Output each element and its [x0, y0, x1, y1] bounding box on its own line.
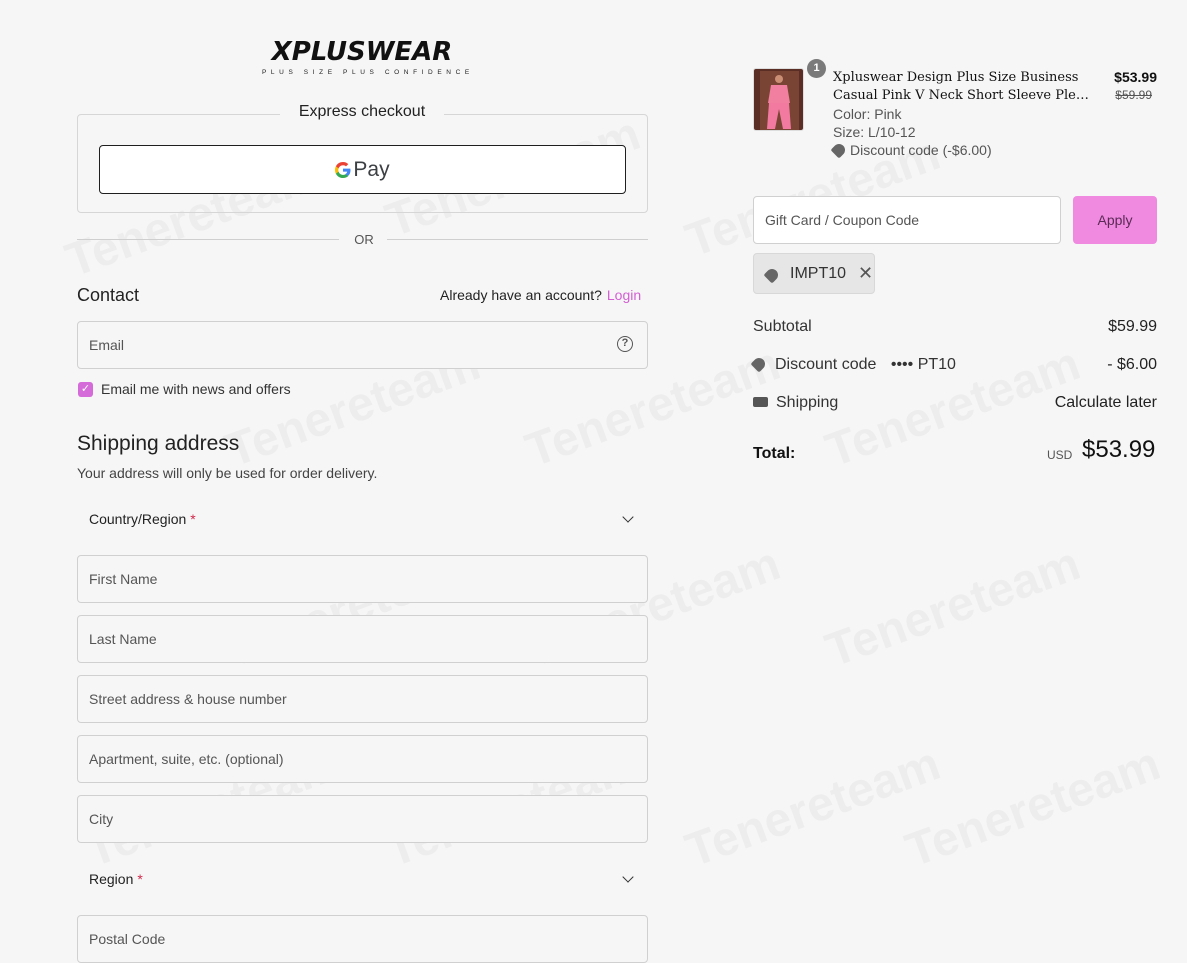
brand-name: XPLUSWEAR — [271, 37, 453, 67]
contact-heading: Contact — [77, 285, 140, 305]
country-label: Country/Region — [89, 511, 187, 527]
product-discount-text: Discount code (-$6.00) — [850, 142, 992, 158]
product-thumbnail — [753, 68, 804, 131]
currency-code: USD — [1047, 448, 1073, 462]
shipping-heading: Shipping address — [77, 432, 240, 455]
tag-icon — [763, 266, 781, 283]
product-meta: Color: Pink Size: L/10-12 Discount code … — [830, 105, 992, 159]
chevron-down-icon — [622, 511, 634, 523]
or-divider-line-left — [77, 239, 339, 240]
product-original-price: $59.99 — [1115, 88, 1152, 102]
apartment-placeholder: Apartment, suite, etc. (optional) — [89, 751, 284, 767]
express-checkout-title: Express checkout — [280, 102, 444, 122]
product-name-line1: Xpluswear Design Plus Size Business — [833, 70, 1079, 85]
street-address-placeholder: Street address & house number — [89, 691, 287, 707]
or-text: OR — [354, 232, 374, 247]
shipping-subtitle: Your address will only be used for order… — [77, 465, 378, 481]
account-prompt-text: Already have an account? — [440, 287, 602, 303]
discount-value: - $6.00 — [1107, 356, 1157, 373]
last-name-placeholder: Last Name — [89, 631, 157, 647]
product-image — [754, 69, 803, 130]
help-icon[interactable]: ? — [617, 336, 633, 352]
shipping-value: Calculate later — [1054, 394, 1157, 411]
account-prompt: Already have an account? Login — [440, 287, 641, 303]
or-divider-line-right — [387, 239, 648, 240]
applied-code-chip: IMPT10 ✕ — [753, 253, 875, 294]
email-placeholder: Email — [89, 337, 125, 353]
coupon-input[interactable]: Gift Card / Coupon Code — [753, 196, 1061, 244]
brand-logo[interactable]: XPLUSWEAR PLUS SIZE PLUS CONFIDENCE — [262, 37, 474, 76]
apply-button[interactable]: Apply — [1073, 196, 1157, 244]
shipping-label: Shipping — [776, 394, 839, 411]
quantity-badge: 1 — [807, 59, 826, 78]
region-label: Region — [89, 871, 134, 887]
watermark-text: Tenereteam — [899, 736, 1168, 879]
first-name-field[interactable]: First Name — [77, 555, 648, 603]
last-name-field[interactable]: Last Name — [77, 615, 648, 663]
product-discount: Discount code (-$6.00) — [830, 141, 992, 159]
city-placeholder: City — [89, 811, 114, 827]
google-pay-label: Pay — [353, 157, 390, 181]
google-pay-button[interactable]: Pay — [99, 145, 626, 194]
discount-row: Discount code •••• PT10 — [750, 355, 956, 374]
city-field[interactable]: City — [77, 795, 648, 843]
chevron-down-icon — [622, 871, 634, 883]
brand-tagline: PLUS SIZE PLUS CONFIDENCE — [262, 69, 474, 76]
close-icon[interactable]: ✕ — [858, 263, 873, 284]
watermark-text: Tenereteam — [679, 736, 948, 879]
subtotal-label: Subtotal — [753, 318, 812, 335]
region-select[interactable]: Region * — [77, 857, 648, 901]
coupon-placeholder: Gift Card / Coupon Code — [765, 212, 920, 228]
shipping-row: Shipping — [753, 394, 838, 412]
newsletter-label: Email me with news and offers — [101, 381, 291, 397]
applied-code: IMPT10 — [790, 264, 847, 282]
required-mark: * — [137, 871, 143, 887]
truck-icon — [753, 397, 768, 407]
product-price: $53.99 — [1114, 69, 1157, 85]
product-size: Size: L/10-12 — [833, 124, 916, 140]
street-address-field[interactable]: Street address & house number — [77, 675, 648, 723]
product-name: Xpluswear Design Plus Size Business Casu… — [833, 69, 1095, 105]
newsletter-checkbox[interactable]: ✓ — [78, 382, 93, 397]
total-value: $53.99 — [1082, 436, 1156, 463]
product-color: Color: Pink — [833, 106, 902, 122]
watermark-text: Tenereteam — [819, 536, 1088, 679]
postal-code-field[interactable]: Postal Code — [77, 915, 648, 963]
login-link[interactable]: Login — [607, 287, 641, 303]
total-label: Total: — [753, 445, 796, 462]
tag-icon — [750, 355, 768, 373]
postal-code-placeholder: Postal Code — [89, 931, 166, 947]
product-name-line2: Casual Pink V Neck Short Sleeve Pleated.… — [833, 88, 1095, 103]
first-name-placeholder: First Name — [89, 571, 158, 587]
email-field[interactable]: Email ? — [77, 321, 648, 369]
country-select[interactable]: Country/Region * — [77, 497, 648, 541]
discount-label: Discount code — [775, 356, 877, 373]
google-g-icon — [335, 161, 351, 178]
required-mark: * — [190, 511, 196, 527]
subtotal-value: $59.99 — [1108, 318, 1157, 335]
discount-code-masked: •••• PT10 — [890, 356, 956, 373]
apartment-field[interactable]: Apartment, suite, etc. (optional) — [77, 735, 648, 783]
or-divider: OR — [77, 230, 648, 250]
tag-icon — [830, 141, 848, 159]
